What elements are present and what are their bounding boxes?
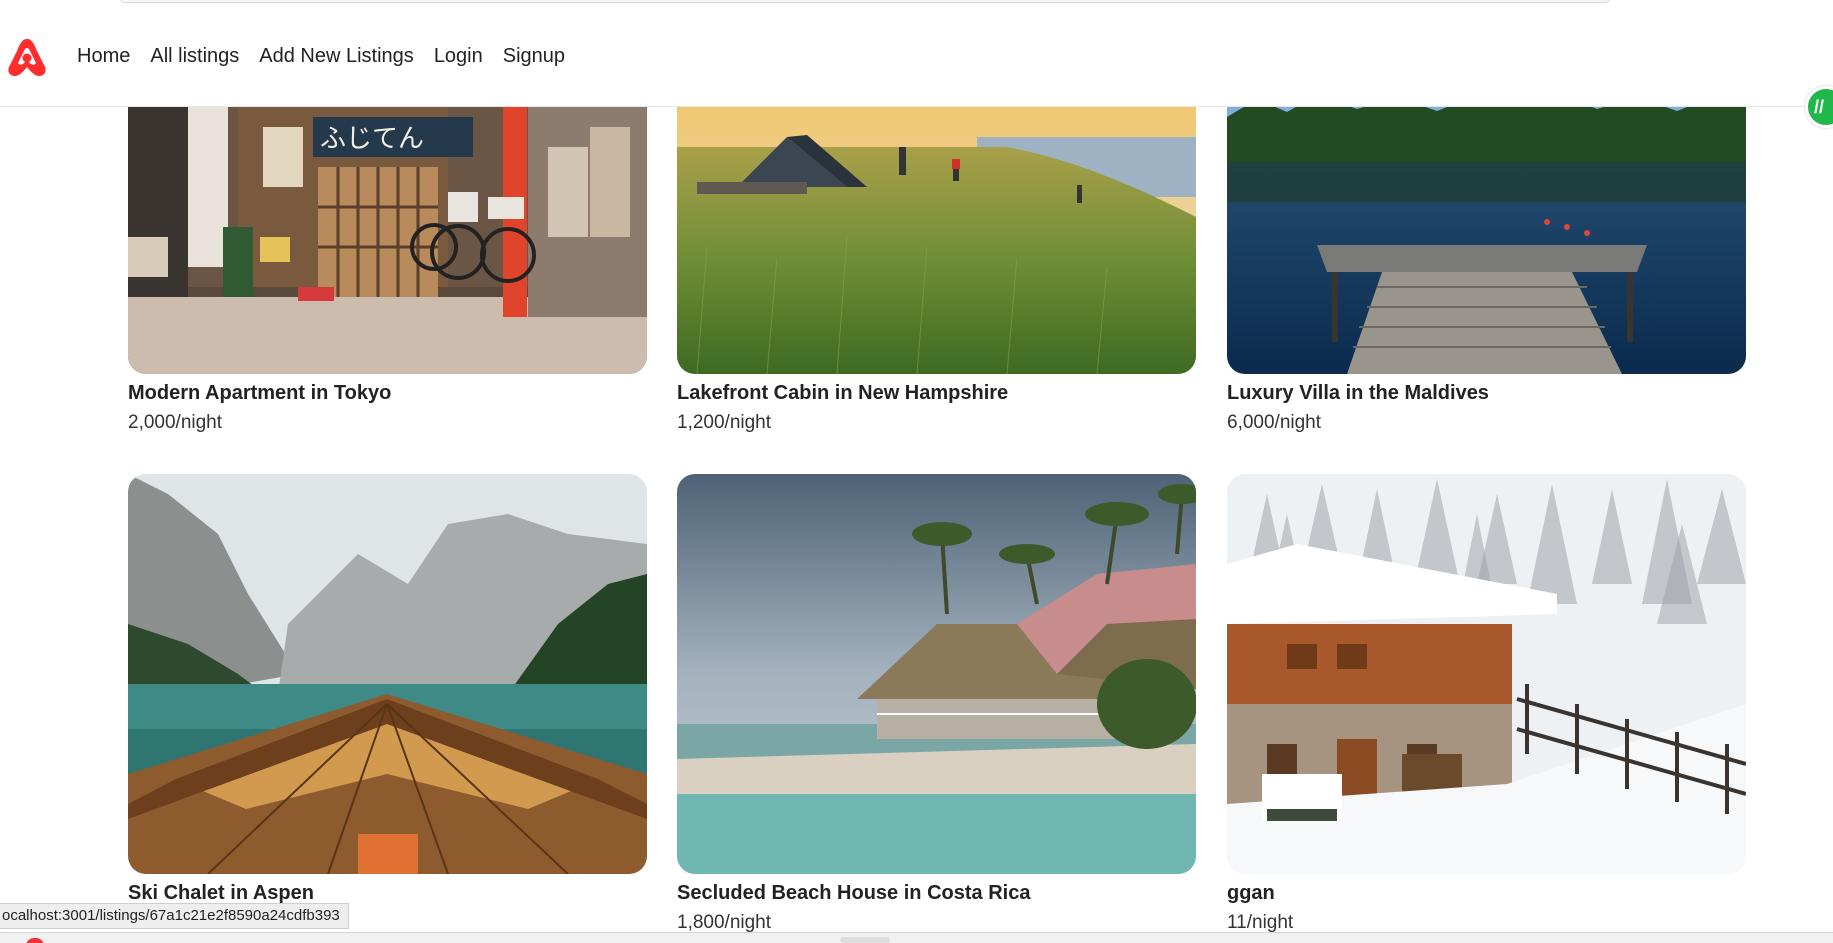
status-bar-url: ocalhost:3001/listings/67a1c21e2f8590a24…: [0, 903, 349, 929]
lake-wooden-dock-image: [1227, 87, 1746, 374]
address-bar-edge: [120, 0, 1610, 3]
listing-card[interactable]: Luxury Villa in the Maldives 6,000/night: [1227, 87, 1746, 436]
listing-card[interactable]: Secluded Beach House in Costa Rica 1,800…: [677, 474, 1196, 936]
navbar: Home All listings Add New Listings Login…: [0, 6, 1833, 107]
listing-price: 2,000/night: [128, 412, 223, 433]
browser-favicon-icon: [26, 938, 44, 943]
snowy-wooden-chalet-image: [1227, 474, 1746, 874]
nav-login-link[interactable]: Login: [434, 45, 483, 68]
listing-price: 1,200/night: [677, 412, 772, 433]
listing-title[interactable]: Modern Apartment in Tokyo: [128, 380, 647, 406]
airbnb-logo-icon[interactable]: [4, 34, 50, 80]
listing-title[interactable]: Secluded Beach House in Costa Rica: [677, 880, 1196, 906]
tokyo-street-shopfront-image: ふじてん: [128, 87, 647, 374]
svg-text:ふじてん: ふじてん: [320, 124, 424, 154]
listing-card[interactable]: ふじてん Modern Apartment in Tokyo 2,000/nig…: [128, 87, 647, 436]
listing-card[interactable]: ggan 11/night: [1227, 474, 1746, 936]
grassy-lakeshore-camping-image: [677, 87, 1196, 374]
tropical-beach-bungalow-image: [677, 474, 1196, 874]
listing-title[interactable]: Lakefront Cabin in New Hampshire: [677, 380, 1196, 406]
nav-signup-link[interactable]: Signup: [503, 45, 565, 68]
extension-badge-icon[interactable]: //: [1805, 86, 1833, 128]
listing-title[interactable]: Luxury Villa in the Maldives: [1227, 380, 1746, 406]
listing-card[interactable]: Lakefront Cabin in New Hampshire 1,200/n…: [677, 87, 1196, 436]
nav-all-listings-link[interactable]: All listings: [150, 45, 239, 68]
listing-card[interactable]: Ski Chalet in Aspen: [128, 474, 647, 910]
listing-price: 6,000/night: [1227, 412, 1322, 433]
nav-links: Home All listings Add New Listings Login…: [77, 6, 565, 107]
browser-tab-edge: [840, 937, 890, 943]
nav-home-link[interactable]: Home: [77, 45, 130, 68]
browser-bottom-bar: [0, 932, 1833, 943]
mountain-lake-boat-image: [128, 474, 647, 874]
nav-add-listing-link[interactable]: Add New Listings: [259, 45, 414, 68]
listing-title[interactable]: ggan: [1227, 880, 1746, 906]
